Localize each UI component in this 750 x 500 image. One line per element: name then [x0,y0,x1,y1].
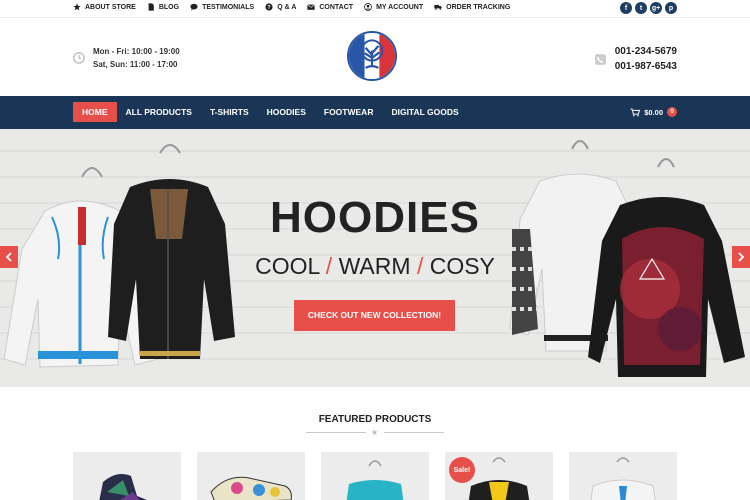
top-bar: ABOUT STORE BLOG TESTIMONIALS ? Q & A CO… [0,0,750,18]
phone-number-2[interactable]: 001-987-6543 [615,59,677,74]
cart-icon [630,108,641,116]
sneaker-high-top-image [99,474,147,500]
svg-text:?: ? [267,5,271,11]
cart-count-badge: 0 [667,107,677,117]
nav-item-footwear[interactable]: FOOTWEAR [315,102,383,122]
facebook-icon[interactable]: f [620,2,632,14]
product-card[interactable] [73,452,181,500]
slider-prev-button[interactable] [0,246,18,268]
question-icon: ? [265,3,273,11]
white-graphic-hoodie-image [590,457,656,500]
chevron-left-icon [5,252,12,262]
envelope-icon [307,4,316,10]
nav-item-all-products[interactable]: ALL PRODUCTS [117,102,201,122]
sneaker-low-top-image [210,476,292,500]
cart-button[interactable]: $0.00 0 [630,107,677,117]
truck-icon [434,5,442,10]
featured-products-list: Sale! [73,452,677,500]
about-store-link[interactable]: ABOUT STORE [73,3,136,11]
phone-number-1[interactable]: 001-234-5679 [615,44,677,59]
order-tracking-link[interactable]: ORDER TRACKING [434,3,510,11]
user-icon [364,3,372,11]
pinterest-icon[interactable]: p [665,2,677,14]
nav-items: HOME ALL PRODUCTS T-SHIRTS HOODIES FOOTW… [73,102,468,122]
check-out-collection-button[interactable]: CHECK OUT NEW COLLECTION! [294,300,455,331]
nav-item-hoodies[interactable]: HOODIES [258,102,315,122]
sale-badge: Sale! [449,457,475,483]
hero-slider: HOODIES COOL / WARM / COSY CHECK OUT NEW… [0,129,750,387]
phone-numbers: 001-234-5679 001-987-6543 [594,44,677,74]
nav-item-t-shirts[interactable]: T-SHIRTS [201,102,258,122]
hero-subtitle: COOL / WARM / COSY [255,253,495,279]
clock-icon [73,52,85,64]
document-icon [148,3,154,11]
contact-link[interactable]: CONTACT [307,3,353,11]
top-links: ABOUT STORE BLOG TESTIMONIALS ? Q & A CO… [73,3,510,11]
phone-icon [594,53,606,65]
product-card[interactable] [321,452,429,500]
chat-icon [190,3,198,11]
product-card[interactable]: Sale! [445,452,553,500]
testimonials-link[interactable]: TESTIMONIALS [190,3,254,11]
product-card[interactable] [197,452,305,500]
divider-star-icon: ★ [371,428,379,437]
my-account-link[interactable]: MY ACCOUNT [364,3,423,11]
blog-link[interactable]: BLOG [147,3,179,11]
nav-item-digital-goods[interactable]: DIGITAL GOODS [382,102,467,122]
social-links: f t g+ p [620,2,677,14]
hours-weekday: Mon - Fri: 10:00 - 19:00 [93,47,180,56]
hero-title: HOODIES [270,193,480,242]
hours-weekend: Sat, Sun: 11:00 - 17:00 [93,60,178,69]
nav-item-home[interactable]: HOME [73,102,117,122]
opening-hours: Mon - Fri: 10:00 - 19:00 Sat, Sun: 11:00… [73,45,180,71]
qa-link[interactable]: ? Q & A [265,3,296,11]
slider-next-button[interactable] [732,246,750,268]
site-header: Mon - Fri: 10:00 - 19:00 Sat, Sun: 11:00… [0,19,750,96]
star-icon [73,3,81,11]
divider-line [384,432,444,433]
twitter-icon[interactable]: t [635,2,647,14]
main-nav: HOME ALL PRODUCTS T-SHIRTS HOODIES FOOTW… [0,96,750,129]
divider-line [306,432,366,433]
tree-logo-icon [349,33,395,79]
featured-products-heading: FEATURED PRODUCTS [318,414,432,425]
chevron-right-icon [738,252,745,262]
site-logo[interactable] [347,31,397,81]
google-plus-icon[interactable]: g+ [650,2,662,14]
product-card[interactable] [569,452,677,500]
cyan-shirt-image [346,460,404,500]
cart-total: $0.00 [644,107,663,117]
